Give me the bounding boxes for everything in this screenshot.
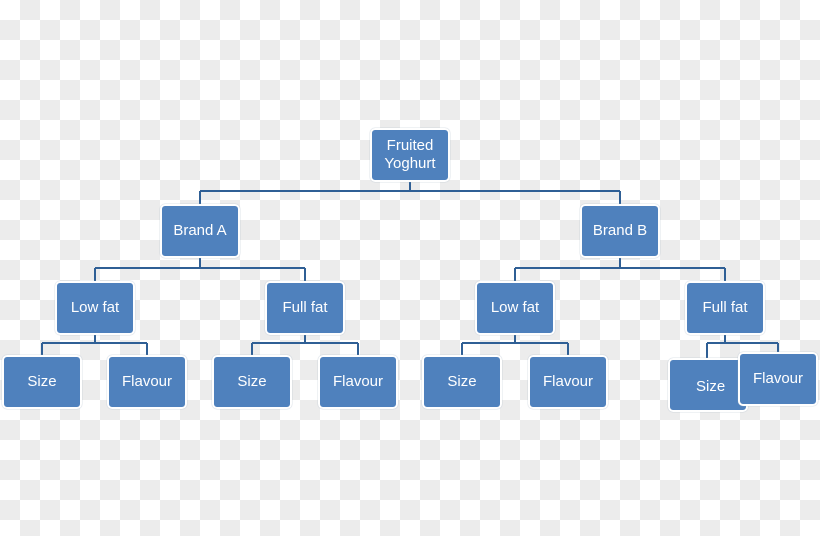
- node-a-low-fat[interactable]: Low fat: [55, 281, 135, 335]
- node-root[interactable]: Fruited Yoghurt: [370, 128, 450, 182]
- node-a-low-size[interactable]: Size: [2, 355, 82, 409]
- node-b-full-size-label: Size: [696, 378, 726, 395]
- connectors: [41, 181, 779, 358]
- node-a-full-flavour[interactable]: Flavour: [318, 355, 398, 409]
- node-a-full-size[interactable]: Size: [212, 355, 292, 409]
- node-brand-b[interactable]: Brand B: [580, 204, 660, 258]
- node-b-full-fat[interactable]: Full fat: [685, 281, 765, 335]
- node-brand-a[interactable]: Brand A: [160, 204, 240, 258]
- node-a-full-fat[interactable]: Full fat: [265, 281, 345, 335]
- node-b-low-flavour[interactable]: Flavour: [528, 355, 608, 409]
- node-b-full-flavour[interactable]: Flavour: [738, 352, 818, 406]
- node-b-low-fat[interactable]: Low fat: [475, 281, 555, 335]
- node-a-low-flavour[interactable]: Flavour: [107, 355, 187, 409]
- node-b-full-size[interactable]: Size: [668, 358, 748, 412]
- node-b-low-size[interactable]: Size: [422, 355, 502, 409]
